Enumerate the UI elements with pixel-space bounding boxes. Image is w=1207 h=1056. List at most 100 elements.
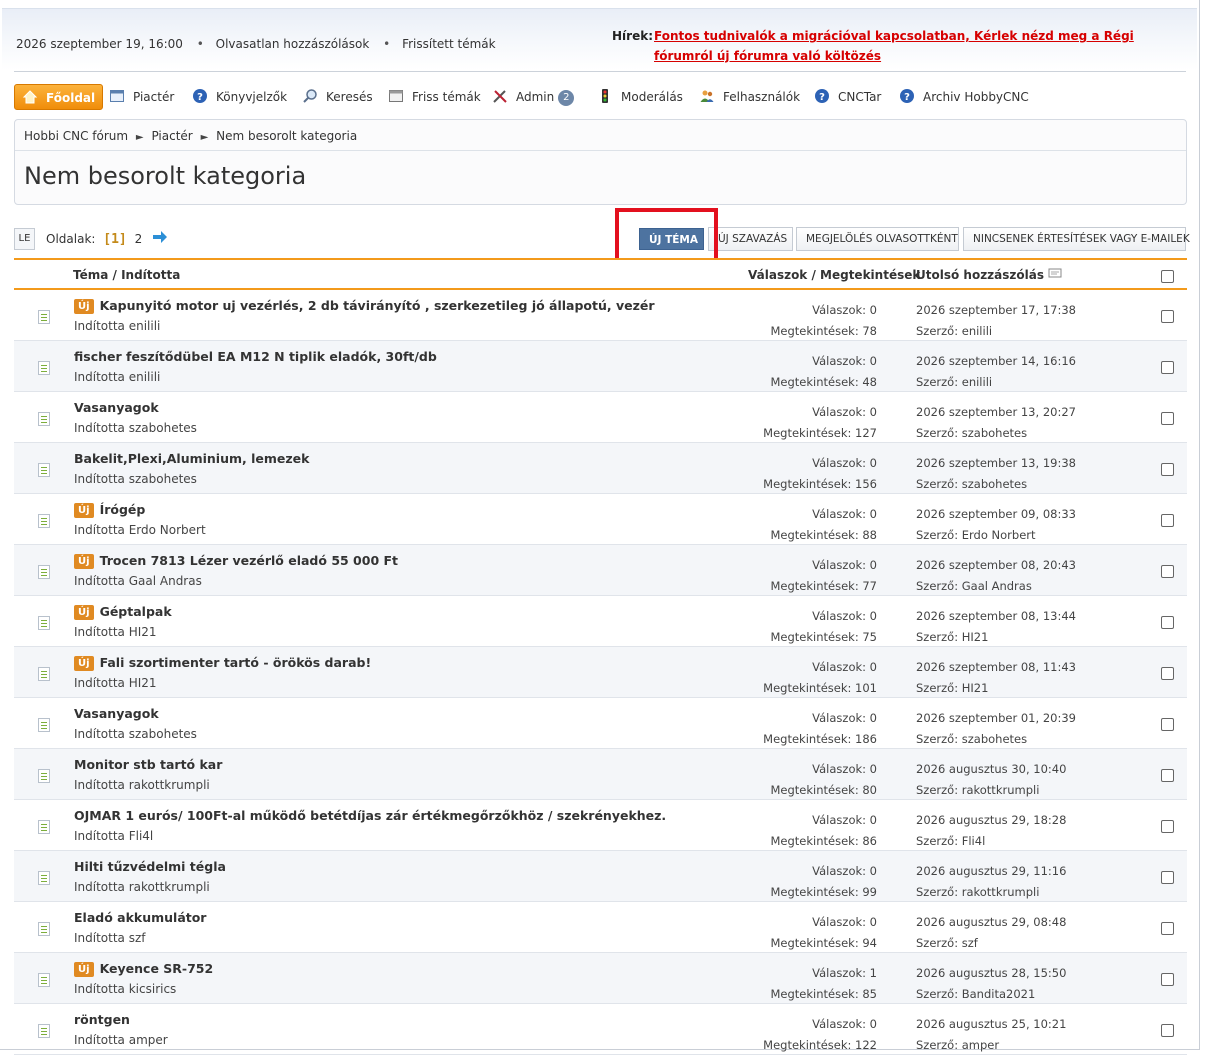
menu-item-bookmarks[interactable]: ? Könyvjelzők [192, 84, 287, 110]
table-row[interactable]: Hilti tűzvédelmi tégla Indította rakottkr… [14, 851, 1187, 902]
last-post-author: Szerző: Erdo Norbert [916, 528, 1036, 542]
last-post-date[interactable]: 2026 augusztus 29, 18:28 [916, 810, 1066, 831]
topic-title[interactable]: Új Trocen 7813 Lézer vezérlő eladó 55 000… [74, 553, 398, 569]
menu-item-archive[interactable]: ? Archiv HobbyCNC [899, 84, 1029, 110]
last-post-date[interactable]: 2026 szeptember 17, 17:38 [916, 300, 1076, 321]
last-post-date[interactable]: 2026 szeptember 08, 11:43 [916, 657, 1076, 678]
row-checkbox[interactable] [1161, 412, 1174, 425]
breadcrumb-forum[interactable]: Hobbi CNC fórum [24, 129, 128, 143]
row-checkbox[interactable] [1161, 973, 1174, 986]
last-post-date[interactable]: 2026 augusztus 30, 10:40 [916, 759, 1066, 780]
topic-starter: Indította szabohetes [74, 727, 197, 741]
notifications-button[interactable]: Nincsenek értesítések vagy e-mailek [963, 227, 1190, 251]
topic-title[interactable]: fischer feszítődübel EA M12 N tiplik ela… [74, 349, 437, 364]
news-link[interactable]: Fontos tudnivalók a migrációval kapcsola… [654, 26, 1182, 66]
breadcrumb-category[interactable]: Nem besorolt kategoria [216, 129, 357, 143]
updated-topics-link[interactable]: Frissített témák [402, 37, 496, 51]
last-post-date[interactable]: 2026 augusztus 29, 08:48 [916, 912, 1066, 933]
table-row[interactable]: Új Géptalpak Indította HI21 Válaszok: 0 Megt… [14, 596, 1187, 647]
table-row[interactable]: röntgen Indította amper Válaszok: 0 Megteki… [14, 1004, 1187, 1055]
header-last-post[interactable]: Utolsó hozzászólás [916, 268, 1062, 282]
last-post-author: Szerző: Gaal Andras [916, 579, 1032, 593]
go-down-button[interactable]: LE [14, 228, 35, 250]
row-checkbox[interactable] [1161, 514, 1174, 527]
header-topic[interactable]: Téma / Indította [73, 268, 180, 282]
menu-item-home[interactable]: Főoldal [14, 84, 104, 110]
menu-item-cnctar[interactable]: ? CNCTar [814, 84, 881, 110]
topic-title[interactable]: Eladó akkumulátor [74, 910, 206, 925]
menu-item-admin[interactable]: Admin 2 [492, 84, 575, 110]
calendar-icon [388, 87, 404, 103]
page-2-link[interactable]: 2 [135, 232, 143, 246]
table-row[interactable]: fischer feszítődübel EA M12 N tiplik ela… [14, 341, 1187, 392]
menu-item-market[interactable]: Piactér [109, 84, 174, 110]
row-checkbox[interactable] [1161, 1024, 1174, 1037]
view-count: Megtekintések: 127 [763, 426, 877, 440]
row-checkbox[interactable] [1161, 565, 1174, 578]
mark-read-button[interactable]: Megjelölés olvasottként [796, 227, 959, 251]
last-post-date[interactable]: 2026 szeptember 13, 20:27 [916, 402, 1076, 423]
topic-title[interactable]: Új Fali szortimenter tartó - örökös darab… [74, 655, 371, 671]
last-post-date[interactable]: 2026 szeptember 08, 20:43 [916, 555, 1076, 576]
last-post: 2026 szeptember 17, 17:38 Szerző: enilili [916, 300, 1076, 342]
last-post-date[interactable]: 2026 szeptember 01, 20:39 [916, 708, 1076, 729]
topic-title[interactable]: Hilti tűzvédelmi tégla [74, 859, 226, 874]
topic-title[interactable]: Bakelit,Plexi,Aluminium, lemezek [74, 451, 309, 466]
breadcrumb-market[interactable]: Piactér [151, 129, 192, 143]
table-row[interactable]: Új Keyence SR-752 Indította kicsirics Válas… [14, 953, 1187, 1004]
last-post: 2026 szeptember 09, 08:33 Szerző: Erdo No… [916, 504, 1076, 546]
row-checkbox[interactable] [1161, 616, 1174, 629]
view-count: Megtekintések: 99 [770, 885, 878, 899]
last-post-date[interactable]: 2026 augusztus 25, 10:21 [916, 1014, 1066, 1035]
topic-starter: Indította enilili [74, 319, 161, 333]
topic-title[interactable]: Új Kapunyitó motor uj vezérlés, 2 db távi… [74, 298, 655, 314]
topic-title[interactable]: OJMAR 1 eurós/ 100Ft-al működő betétdíja… [74, 808, 666, 823]
topic-title[interactable]: röntgen [74, 1012, 130, 1027]
table-row[interactable]: Új Írógép Indította Erdo Norbert Válaszok: … [14, 494, 1187, 545]
topic-title[interactable]: Monitor stb tartó kar [74, 757, 222, 772]
last-post-date[interactable]: 2026 szeptember 09, 08:33 [916, 504, 1076, 525]
table-row[interactable]: Bakelit,Plexi,Aluminium, lemezek Indított… [14, 443, 1187, 494]
table-row[interactable]: OJMAR 1 eurós/ 100Ft-al működő betétdíja… [14, 800, 1187, 851]
table-row[interactable]: Monitor stb tartó kar Indította rakottkru… [14, 749, 1187, 800]
next-page-arrow-icon[interactable] [152, 231, 168, 247]
topic-title[interactable]: Vasanyagok [74, 706, 159, 721]
last-post-date[interactable]: 2026 augusztus 28, 15:50 [916, 963, 1066, 984]
last-post-date[interactable]: 2026 szeptember 13, 19:38 [916, 453, 1076, 474]
row-checkbox[interactable] [1161, 871, 1174, 884]
row-checkbox[interactable] [1161, 922, 1174, 935]
select-all-checkbox[interactable] [1161, 270, 1174, 283]
menu-item-recent[interactable]: Friss témák [388, 84, 481, 110]
last-post-date[interactable]: 2026 szeptember 14, 16:16 [916, 351, 1076, 372]
menu-item-users[interactable]: Felhasználók [699, 84, 800, 110]
last-post: 2026 augusztus 29, 08:48 Szerző: szf [916, 912, 1066, 954]
row-checkbox[interactable] [1161, 361, 1174, 374]
row-checkbox[interactable] [1161, 718, 1174, 731]
topic-starter: Indította szf [74, 931, 146, 945]
last-post-date[interactable]: 2026 augusztus 29, 11:16 [916, 861, 1066, 882]
topic-title[interactable]: Új Írógép [74, 502, 145, 518]
user-info: 2026 szeptember 19, 16:00 • Olvasatlan h… [16, 37, 496, 51]
table-row[interactable]: Új Kapunyitó motor uj vezérlés, 2 db távi… [14, 290, 1187, 341]
row-checkbox[interactable] [1161, 820, 1174, 833]
table-row[interactable]: Vasanyagok Indította szabohetes Válaszok: … [14, 698, 1187, 749]
last-post: 2026 augusztus 25, 10:21 Szerző: amper [916, 1014, 1066, 1056]
topic-title[interactable]: Vasanyagok [74, 400, 159, 415]
table-row[interactable]: Vasanyagok Indította szabohetes Válaszok: … [14, 392, 1187, 443]
menu-item-search[interactable]: Keresés [302, 84, 373, 110]
row-checkbox[interactable] [1161, 667, 1174, 680]
row-checkbox[interactable] [1161, 769, 1174, 782]
row-checkbox[interactable] [1161, 463, 1174, 476]
news-label: Hírek: [612, 29, 653, 43]
menu-item-moderation[interactable]: Moderálás [597, 84, 683, 110]
topic-title[interactable]: Új Keyence SR-752 [74, 961, 213, 977]
table-row[interactable]: Új Trocen 7813 Lézer vezérlő eladó 55 000… [14, 545, 1187, 596]
table-row[interactable]: Új Fali szortimenter tartó - örökös darab… [14, 647, 1187, 698]
header-stats[interactable]: Válaszok / Megtekintések [748, 268, 920, 282]
table-row[interactable]: Eladó akkumulátor Indította szf Válaszok: … [14, 902, 1187, 953]
new-poll-button[interactable]: Új szavazás [708, 227, 793, 251]
last-post-date[interactable]: 2026 szeptember 08, 13:44 [916, 606, 1076, 627]
unread-posts-link[interactable]: Olvasatlan hozzászólások [216, 37, 370, 51]
row-checkbox[interactable] [1161, 310, 1174, 323]
topic-title[interactable]: Új Géptalpak [74, 604, 172, 620]
